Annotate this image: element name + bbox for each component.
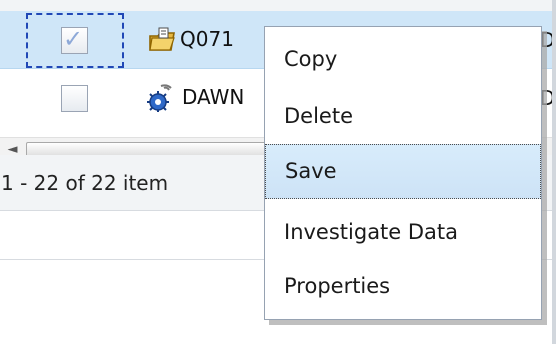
row-name: DAWN: [182, 85, 245, 109]
blue-gear-process-icon: [146, 84, 174, 113]
row-checkbox[interactable]: ✓: [61, 25, 88, 54]
context-menu-properties[interactable]: Properties: [265, 259, 541, 314]
row-name: Q071: [180, 27, 234, 51]
context-menu-save[interactable]: Save: [265, 144, 541, 199]
row-checkbox[interactable]: [61, 85, 88, 112]
context-menu: Copy Delete Save Investigate Data Proper…: [264, 26, 542, 320]
checkmark-icon: ✓: [63, 25, 84, 53]
right-edge-separator: [552, 0, 556, 344]
pager-status: 1 - 22 of 22 item: [1, 171, 169, 195]
file-browser-window: ✓ Q071 D DAWN D ◄ 1 - 22 of 22 item Copy…: [0, 0, 556, 344]
context-menu-investigate-data[interactable]: Investigate Data: [265, 205, 541, 260]
folder-report-icon: [148, 26, 176, 54]
grid-top-strip: [0, 0, 556, 11]
context-menu-delete[interactable]: Delete: [265, 89, 541, 144]
context-menu-copy[interactable]: Copy: [265, 32, 541, 87]
